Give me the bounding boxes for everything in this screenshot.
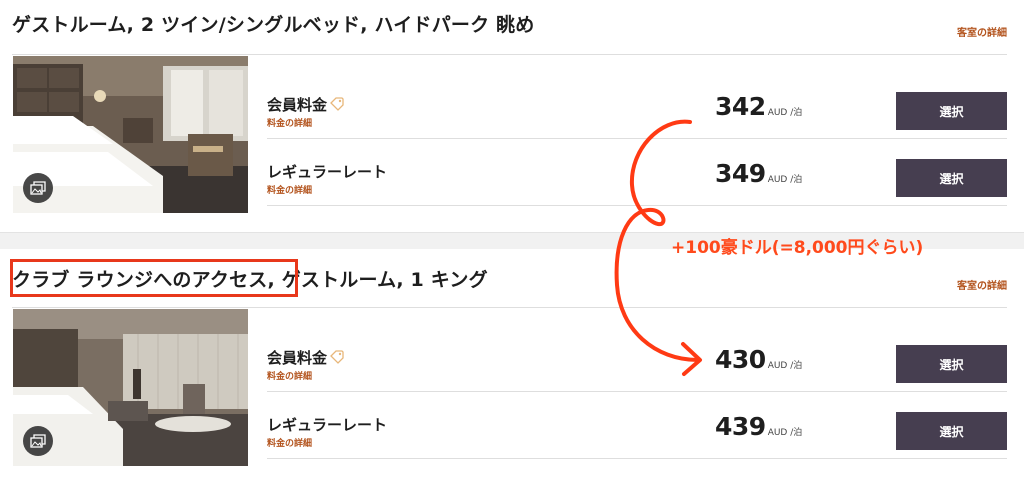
price: 349 AUD /泊 (715, 159, 802, 188)
rate-row-member: 会員料金 料金の詳細 342 AUD /泊 選択 (267, 72, 1007, 139)
rate-name: 会員料金 (267, 94, 344, 115)
price-unit: AUD /泊 (767, 175, 803, 185)
price-amount: 430 (715, 345, 766, 374)
divider (12, 307, 1007, 308)
section-separator (0, 232, 1024, 249)
gallery-button[interactable] (23, 426, 53, 456)
rate-name: 会員料金 (267, 347, 344, 368)
rate-name-label: レギュラーレート (267, 163, 388, 181)
rate-details-link[interactable]: 料金の詳細 (267, 436, 312, 449)
rate-row-regular: レギュラーレート 料金の詳細 349 AUD /泊 選択 (267, 139, 1007, 206)
rate-name-label: 会員料金 (267, 96, 328, 114)
select-button[interactable]: 選択 (896, 159, 1007, 197)
rate-details-link[interactable]: 料金の詳細 (267, 183, 312, 196)
room-title: ゲストルーム, 2 ツイン/シングルベッド, ハイドパーク 眺め (12, 14, 535, 36)
room-title: クラブ ラウンジへのアクセス, ゲストルーム, 1 キング (12, 269, 488, 291)
room-photo[interactable] (13, 56, 248, 213)
select-button[interactable]: 選択 (896, 345, 1007, 383)
price-unit: AUD /泊 (767, 428, 803, 438)
divider (12, 54, 1007, 55)
price-unit: AUD /泊 (767, 361, 803, 371)
gallery-icon (30, 181, 46, 195)
gallery-button[interactable] (23, 173, 53, 203)
price: 439 AUD /泊 (715, 412, 802, 441)
room-details-link[interactable]: 客室の詳細 (957, 277, 1007, 292)
room-card-2: クラブ ラウンジへのアクセス, ゲストルーム, 1 キング 客室の詳細 会員料金… (0, 249, 1024, 481)
divider (267, 205, 1007, 206)
price: 342 AUD /泊 (715, 92, 802, 121)
select-button[interactable]: 選択 (896, 92, 1007, 130)
rate-details-link[interactable]: 料金の詳細 (267, 116, 312, 129)
rate-name-label: レギュラーレート (267, 416, 388, 434)
price-unit: AUD /泊 (767, 108, 803, 118)
divider (267, 458, 1007, 459)
rate-row-member: 会員料金 料金の詳細 430 AUD /泊 選択 (267, 325, 1007, 392)
rate-name-label: 会員料金 (267, 349, 328, 367)
rate-details-link[interactable]: 料金の詳細 (267, 369, 312, 382)
price-amount: 349 (715, 159, 766, 188)
room-details-link[interactable]: 客室の詳細 (957, 24, 1007, 39)
rate-row-regular: レギュラーレート 料金の詳細 439 AUD /泊 選択 (267, 392, 1007, 459)
room-card-1: ゲストルーム, 2 ツイン/シングルベッド, ハイドパーク 眺め 客室の詳細 会… (0, 0, 1024, 232)
tag-icon (330, 96, 344, 115)
room-photo[interactable] (13, 309, 248, 466)
tag-icon (330, 349, 344, 368)
price-amount: 439 (715, 412, 766, 441)
price-amount: 342 (715, 92, 766, 121)
gallery-icon (30, 434, 46, 448)
select-button[interactable]: 選択 (896, 412, 1007, 450)
price: 430 AUD /泊 (715, 345, 802, 374)
